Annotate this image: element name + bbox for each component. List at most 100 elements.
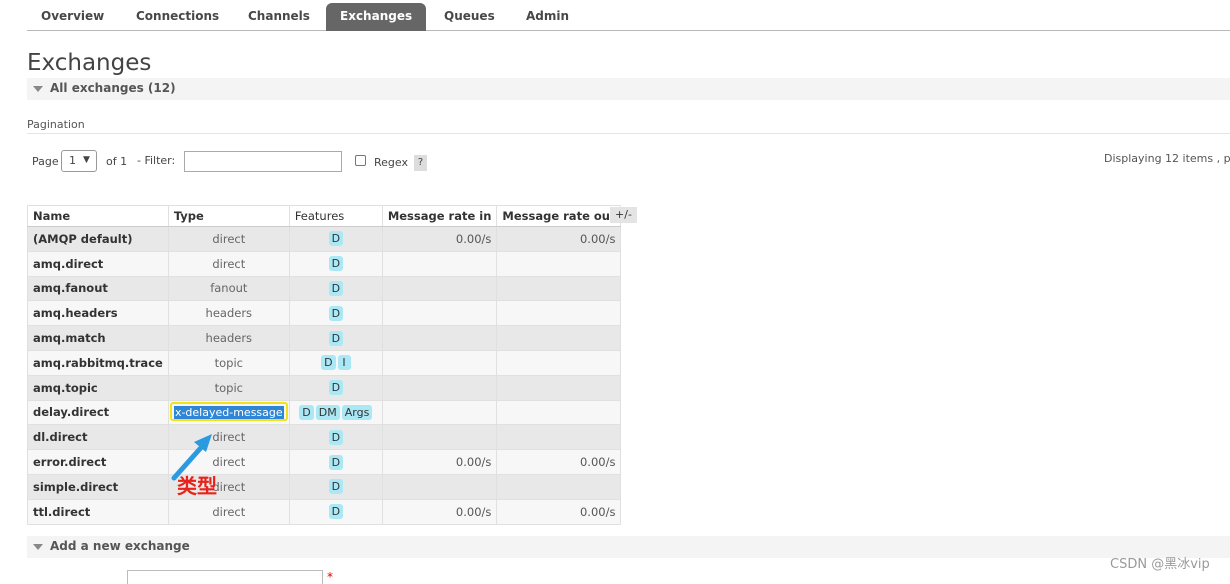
features-cell: D (288, 226, 383, 252)
exchange-type-cell: direct (167, 250, 290, 277)
page-select[interactable]: 1 ▼ (61, 150, 97, 172)
rate-out-cell (496, 349, 622, 376)
rate-out-cell (496, 424, 622, 451)
collapse-triangle-icon (33, 86, 43, 92)
watermark: CSDN @黑冰vip (1110, 557, 1210, 572)
exchange-type-cell: topic (167, 349, 290, 376)
features-cell: D (288, 374, 383, 401)
rate-out-cell (496, 250, 622, 277)
regex-label: Regex (374, 156, 408, 169)
rate-in-cell (381, 424, 498, 451)
regex-checkbox[interactable] (355, 155, 366, 166)
exchange-name-link[interactable]: error.direct (27, 449, 169, 475)
feature-badge: D (328, 231, 344, 247)
table-row: (AMQP default) direct D 0.00/s 0.00/s (27, 226, 622, 252)
tab-overview[interactable]: Overview (27, 3, 118, 31)
of-pages-label: of 1 (106, 155, 128, 168)
table-row: ttl.direct direct D 0.00/s 0.00/s (27, 498, 622, 525)
required-marker: * (327, 570, 333, 584)
add-exchange-toggle[interactable]: Add a new exchange (27, 536, 1230, 558)
rate-out-cell (496, 325, 622, 351)
rate-in-cell (381, 275, 498, 302)
rate-in-cell: 0.00/s (381, 498, 498, 525)
exchange-type-cell: headers (167, 300, 290, 327)
collapse-triangle-icon (33, 544, 43, 550)
features-cell: D (288, 275, 383, 302)
feature-badge: I (337, 355, 351, 371)
table-row: amq.fanout fanout D (27, 275, 622, 302)
exchange-type-cell: topic (167, 374, 290, 401)
table-row: dl.direct direct D (27, 424, 622, 451)
table-row: simple.direct direct D (27, 473, 622, 500)
feature-badge: DM (315, 404, 340, 420)
feature-badge: D (328, 280, 344, 296)
rate-out-cell (496, 399, 622, 426)
rate-in-cell (381, 250, 498, 277)
tab-exchanges[interactable]: Exchanges (326, 3, 427, 31)
filter-label: - Filter: (137, 154, 176, 167)
exchange-type-cell: direct (167, 226, 290, 252)
exchange-name-link[interactable]: ttl.direct (27, 498, 169, 525)
rate-out-cell: 0.00/s (496, 226, 622, 252)
table-row: amq.direct direct D (27, 250, 622, 277)
page-title: Exchanges (27, 50, 152, 76)
feature-badge: D (328, 305, 344, 321)
feature-badge: D (299, 404, 314, 420)
rate-in-cell (381, 374, 498, 401)
exchange-name-link[interactable]: dl.direct (27, 424, 169, 451)
help-icon[interactable]: ? (414, 155, 427, 171)
features-cell: D (288, 300, 383, 327)
exchange-name-link[interactable]: amq.headers (27, 300, 169, 327)
rate-in-cell (381, 325, 498, 351)
all-exchanges-toggle[interactable]: All exchanges (12) (27, 78, 1230, 100)
feature-badge: D (328, 504, 344, 520)
column-header-rate-in[interactable]: Message rate in (381, 205, 498, 227)
features-cell: D (288, 250, 383, 277)
exchanges-table: Name Type Features Message rate in Messa… (27, 205, 622, 525)
column-header-rate-out[interactable]: Message rate out (496, 205, 622, 227)
page-label: Page (32, 155, 59, 168)
exchange-type-cell: headers (167, 325, 290, 351)
tab-channels[interactable]: Channels (234, 3, 324, 31)
column-toggle-button[interactable]: +/- (610, 207, 637, 223)
features-cell: DI (288, 349, 383, 376)
table-row: amq.topic topic D (27, 374, 622, 401)
rate-out-cell (496, 374, 622, 401)
rate-in-cell (381, 399, 498, 426)
displaying-count: Displaying 12 items , p (1104, 152, 1230, 165)
feature-badge: D (328, 256, 344, 272)
exchange-name-link[interactable]: simple.direct (27, 473, 169, 500)
features-cell: D (288, 325, 383, 351)
exchange-type-selected: x-delayed-message (173, 406, 284, 420)
exchange-name-link[interactable]: amq.match (27, 325, 169, 351)
table-row: amq.match headers D (27, 325, 622, 351)
column-header-name[interactable]: Name (27, 205, 169, 227)
exchange-name-link[interactable]: amq.topic (27, 374, 169, 401)
feature-badge: D (328, 330, 344, 346)
column-header-features[interactable]: Features (288, 205, 383, 227)
table-row: amq.rabbitmq.trace topic D I (27, 349, 622, 376)
table-row: amq.headers headers D (27, 300, 622, 327)
column-header-type[interactable]: Type (167, 205, 290, 227)
tab-admin[interactable]: Admin (512, 3, 583, 31)
exchange-type-cell: x-delayed-message (167, 399, 290, 426)
feature-badge: D (328, 429, 344, 445)
rate-in-cell: 0.00/s (381, 226, 498, 252)
rate-in-cell (381, 349, 498, 376)
annotation-text: 类型 (177, 474, 217, 498)
exchange-name-link[interactable]: (AMQP default) (27, 226, 169, 252)
filter-input[interactable] (184, 151, 342, 172)
section-title: All exchanges (12) (50, 81, 176, 95)
tab-queues[interactable]: Queues (430, 3, 509, 31)
tab-connections[interactable]: Connections (122, 3, 233, 31)
exchange-name-link[interactable]: amq.fanout (27, 275, 169, 302)
exchange-name-link[interactable]: amq.rabbitmq.trace (27, 349, 169, 376)
rate-in-cell (381, 473, 498, 500)
exchange-name-link[interactable]: delay.direct (27, 399, 169, 426)
table-row: delay.direct x-delayed-message D DM Args (27, 399, 622, 426)
feature-badge: D (328, 454, 344, 470)
rate-in-cell (381, 300, 498, 327)
new-exchange-name-input[interactable] (127, 570, 323, 584)
features-cell: D (288, 498, 383, 525)
exchange-name-link[interactable]: amq.direct (27, 250, 169, 277)
